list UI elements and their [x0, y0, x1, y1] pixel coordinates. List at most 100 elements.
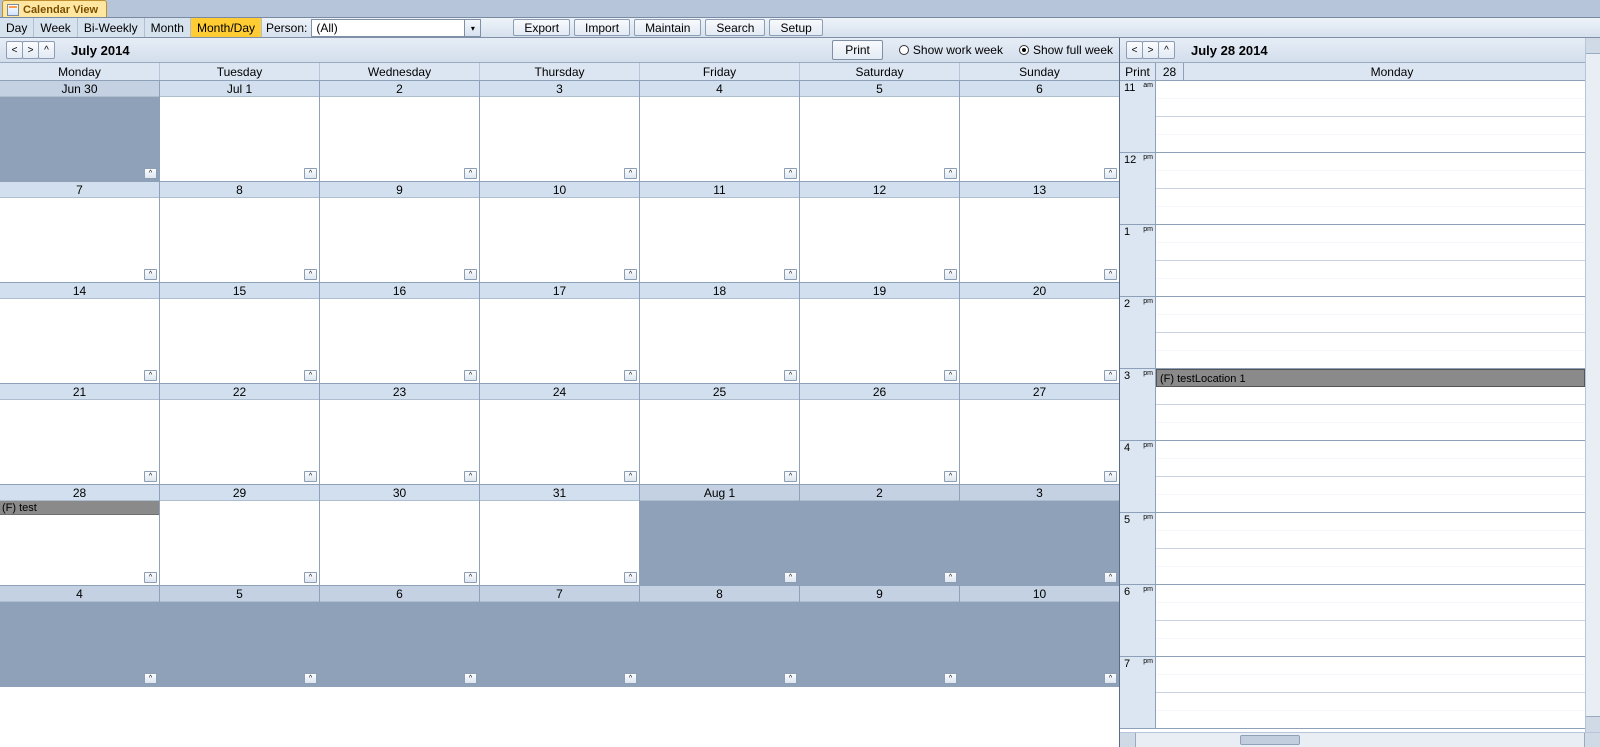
expand-button[interactable]: ^ — [304, 572, 317, 583]
day-cell[interactable]: 22^ — [160, 384, 320, 484]
expand-button[interactable]: ^ — [1104, 673, 1117, 684]
maintain-button[interactable]: Maintain — [634, 19, 701, 36]
expand-button[interactable]: ^ — [304, 168, 317, 179]
month-prev-button[interactable]: < — [6, 41, 23, 59]
day-cell[interactable]: 9^ — [320, 182, 480, 282]
expand-button[interactable]: ^ — [624, 572, 637, 583]
expand-button[interactable]: ^ — [784, 673, 797, 684]
expand-button[interactable]: ^ — [944, 168, 957, 179]
expand-button[interactable]: ^ — [464, 269, 477, 280]
work-week-radio[interactable]: Show work week — [899, 43, 1003, 57]
month-up-button[interactable]: ^ — [38, 41, 55, 59]
expand-button[interactable]: ^ — [1104, 370, 1117, 381]
hour-body[interactable] — [1156, 81, 1585, 152]
day-cell[interactable]: 16^ — [320, 283, 480, 383]
person-combo[interactable]: (All) ▾ — [311, 19, 481, 37]
day-print-button[interactable]: Print — [1120, 63, 1156, 80]
expand-button[interactable]: ^ — [624, 269, 637, 280]
day-cell[interactable]: 2^ — [320, 81, 480, 181]
day-cell[interactable]: 26^ — [800, 384, 960, 484]
expand-button[interactable]: ^ — [304, 269, 317, 280]
horizontal-scrollbar[interactable] — [1120, 732, 1600, 747]
day-cell[interactable]: 10^ — [960, 586, 1119, 686]
import-button[interactable]: Import — [574, 19, 630, 36]
day-cell[interactable]: 24^ — [480, 384, 640, 484]
day-cell[interactable]: 10^ — [480, 182, 640, 282]
event-bar[interactable]: (F) test — [0, 501, 159, 515]
day-cell[interactable]: 4^ — [0, 586, 160, 686]
day-cell[interactable]: 6^ — [960, 81, 1119, 181]
expand-button[interactable]: ^ — [624, 168, 637, 179]
expand-button[interactable]: ^ — [1104, 471, 1117, 482]
day-cell[interactable]: 25^ — [640, 384, 800, 484]
day-next-button[interactable]: > — [1142, 41, 1159, 59]
day-cell[interactable]: 14^ — [0, 283, 160, 383]
expand-button[interactable]: ^ — [144, 572, 157, 583]
month-next-button[interactable]: > — [22, 41, 39, 59]
expand-button[interactable]: ^ — [464, 168, 477, 179]
day-cell[interactable]: 19^ — [800, 283, 960, 383]
export-button[interactable]: Export — [513, 19, 570, 36]
mode-day[interactable]: Day — [0, 18, 34, 37]
day-cell[interactable]: 28(F) test^ — [0, 485, 160, 585]
hour-body[interactable] — [1156, 225, 1585, 296]
expand-button[interactable]: ^ — [464, 471, 477, 482]
hour-body[interactable] — [1156, 585, 1585, 656]
day-cell[interactable]: 8^ — [640, 586, 800, 686]
expand-button[interactable]: ^ — [304, 370, 317, 381]
day-cell[interactable]: 9^ — [800, 586, 960, 686]
day-cell[interactable]: 4^ — [640, 81, 800, 181]
expand-button[interactable]: ^ — [1104, 269, 1117, 280]
hour-body[interactable] — [1156, 153, 1585, 224]
day-cell[interactable]: 7^ — [480, 586, 640, 686]
expand-button[interactable]: ^ — [1104, 572, 1117, 583]
expand-button[interactable]: ^ — [944, 572, 957, 583]
day-cell[interactable]: 5^ — [800, 81, 960, 181]
expand-button[interactable]: ^ — [624, 673, 637, 684]
day-cell[interactable]: Jul 1^ — [160, 81, 320, 181]
day-cell[interactable]: 23^ — [320, 384, 480, 484]
expand-button[interactable]: ^ — [944, 370, 957, 381]
day-cell[interactable]: 13^ — [960, 182, 1119, 282]
expand-button[interactable]: ^ — [784, 572, 797, 583]
day-cell[interactable]: 3^ — [480, 81, 640, 181]
setup-button[interactable]: Setup — [769, 19, 822, 36]
day-cell[interactable]: 31^ — [480, 485, 640, 585]
expand-button[interactable]: ^ — [944, 471, 957, 482]
hour-body[interactable]: (F) testLocation 1 — [1156, 369, 1585, 440]
mode-biweekly[interactable]: Bi-Weekly — [78, 18, 145, 37]
expand-button[interactable]: ^ — [624, 471, 637, 482]
day-cell[interactable]: 2^ — [800, 485, 960, 585]
expand-button[interactable]: ^ — [144, 471, 157, 482]
day-cell[interactable]: 18^ — [640, 283, 800, 383]
day-cell[interactable]: 3^ — [960, 485, 1119, 585]
window-tab-calendar[interactable]: Calendar View — [2, 0, 107, 17]
hour-body[interactable] — [1156, 297, 1585, 368]
expand-button[interactable]: ^ — [464, 572, 477, 583]
hour-scroll[interactable]: 11am12pm1pm2pm3pm(F) testLocation 14pm5p… — [1120, 81, 1585, 732]
day-cell[interactable]: Jun 30^ — [0, 81, 160, 181]
expand-button[interactable]: ^ — [304, 673, 317, 684]
expand-button[interactable]: ^ — [784, 471, 797, 482]
day-cell[interactable]: 5^ — [160, 586, 320, 686]
expand-button[interactable]: ^ — [144, 673, 157, 684]
hour-body[interactable] — [1156, 441, 1585, 512]
day-cell[interactable]: 8^ — [160, 182, 320, 282]
day-cell[interactable]: 17^ — [480, 283, 640, 383]
mode-week[interactable]: Week — [34, 18, 77, 37]
mode-monthday[interactable]: Month/Day — [191, 18, 262, 37]
hour-body[interactable] — [1156, 657, 1585, 728]
expand-button[interactable]: ^ — [784, 168, 797, 179]
day-cell[interactable]: 20^ — [960, 283, 1119, 383]
day-cell[interactable]: 15^ — [160, 283, 320, 383]
day-cell[interactable]: 12^ — [800, 182, 960, 282]
expand-button[interactable]: ^ — [144, 168, 157, 179]
day-cell[interactable]: 29^ — [160, 485, 320, 585]
expand-button[interactable]: ^ — [784, 269, 797, 280]
day-cell[interactable]: 6^ — [320, 586, 480, 686]
expand-button[interactable]: ^ — [144, 269, 157, 280]
chevron-down-icon[interactable]: ▾ — [464, 20, 480, 36]
day-prev-button[interactable]: < — [1126, 41, 1143, 59]
expand-button[interactable]: ^ — [784, 370, 797, 381]
expand-button[interactable]: ^ — [624, 370, 637, 381]
